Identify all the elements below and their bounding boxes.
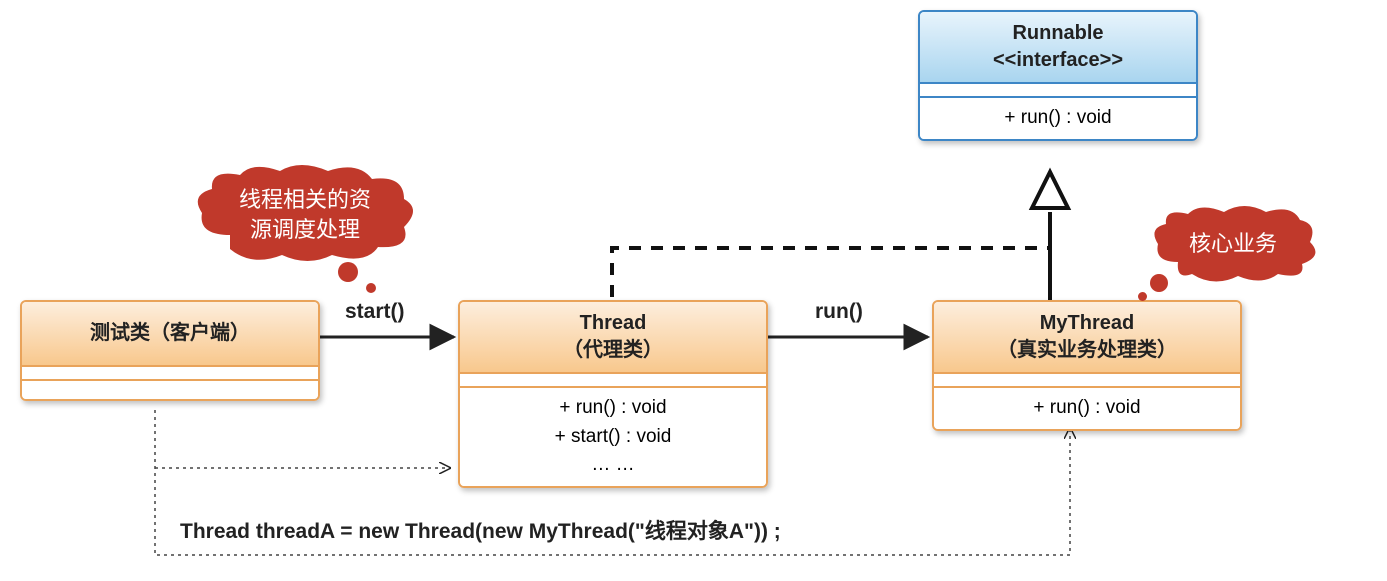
method-row: + run() : void [926,104,1190,133]
class-mythread-name: MyThread（真实业务处理类） [997,312,1177,361]
class-thread-body: + run() : void + start() : void … … [460,388,766,486]
class-runnable-title: Runnable<<interface>> [920,12,1196,82]
callout-resource: 线程相关的资源调度处理 [190,165,420,265]
spacer [22,381,318,399]
class-thread-title: Thread（代理类） [460,302,766,372]
callout-dot [1138,292,1147,301]
edge-label-run: run() [815,300,863,324]
class-client-name: 测试类（客户端） [90,322,250,344]
callout-dot [338,262,358,282]
edge-thread-runnable [612,212,1050,297]
spacer [22,367,318,379]
class-runnable-name: Runnable<<interface>> [993,22,1123,71]
class-mythread: MyThread（真实业务处理类） + run() : void [932,300,1242,431]
class-thread-name: Thread（代理类） [563,312,663,361]
callout-dot [366,283,376,293]
callout-core-text: 核心业务 [1148,206,1318,282]
spacer [920,84,1196,96]
class-mythread-title: MyThread（真实业务处理类） [934,302,1240,372]
spacer [460,374,766,386]
edge-label-start: start() [345,300,405,324]
method-row: + start() : void [466,423,760,452]
class-runnable: Runnable<<interface>> + run() : void [918,10,1198,141]
class-thread: Thread（代理类） + run() : void + start() : v… [458,300,768,488]
realization-triangle-icon [1032,172,1068,208]
method-row: + run() : void [940,394,1234,423]
callout-dot [1150,274,1168,292]
callout-resource-text: 线程相关的资源调度处理 [190,165,420,265]
method-row: + run() : void [466,394,760,423]
method-row: … … [466,451,760,480]
class-runnable-body: + run() : void [920,98,1196,139]
class-mythread-body: + run() : void [934,388,1240,429]
class-client: 测试类（客户端） [20,300,320,401]
class-client-title: 测试类（客户端） [22,302,318,365]
callout-core: 核心业务 [1148,206,1318,282]
spacer [934,374,1240,386]
code-instantiation: Thread threadA = new Thread(new MyThread… [180,515,781,545]
